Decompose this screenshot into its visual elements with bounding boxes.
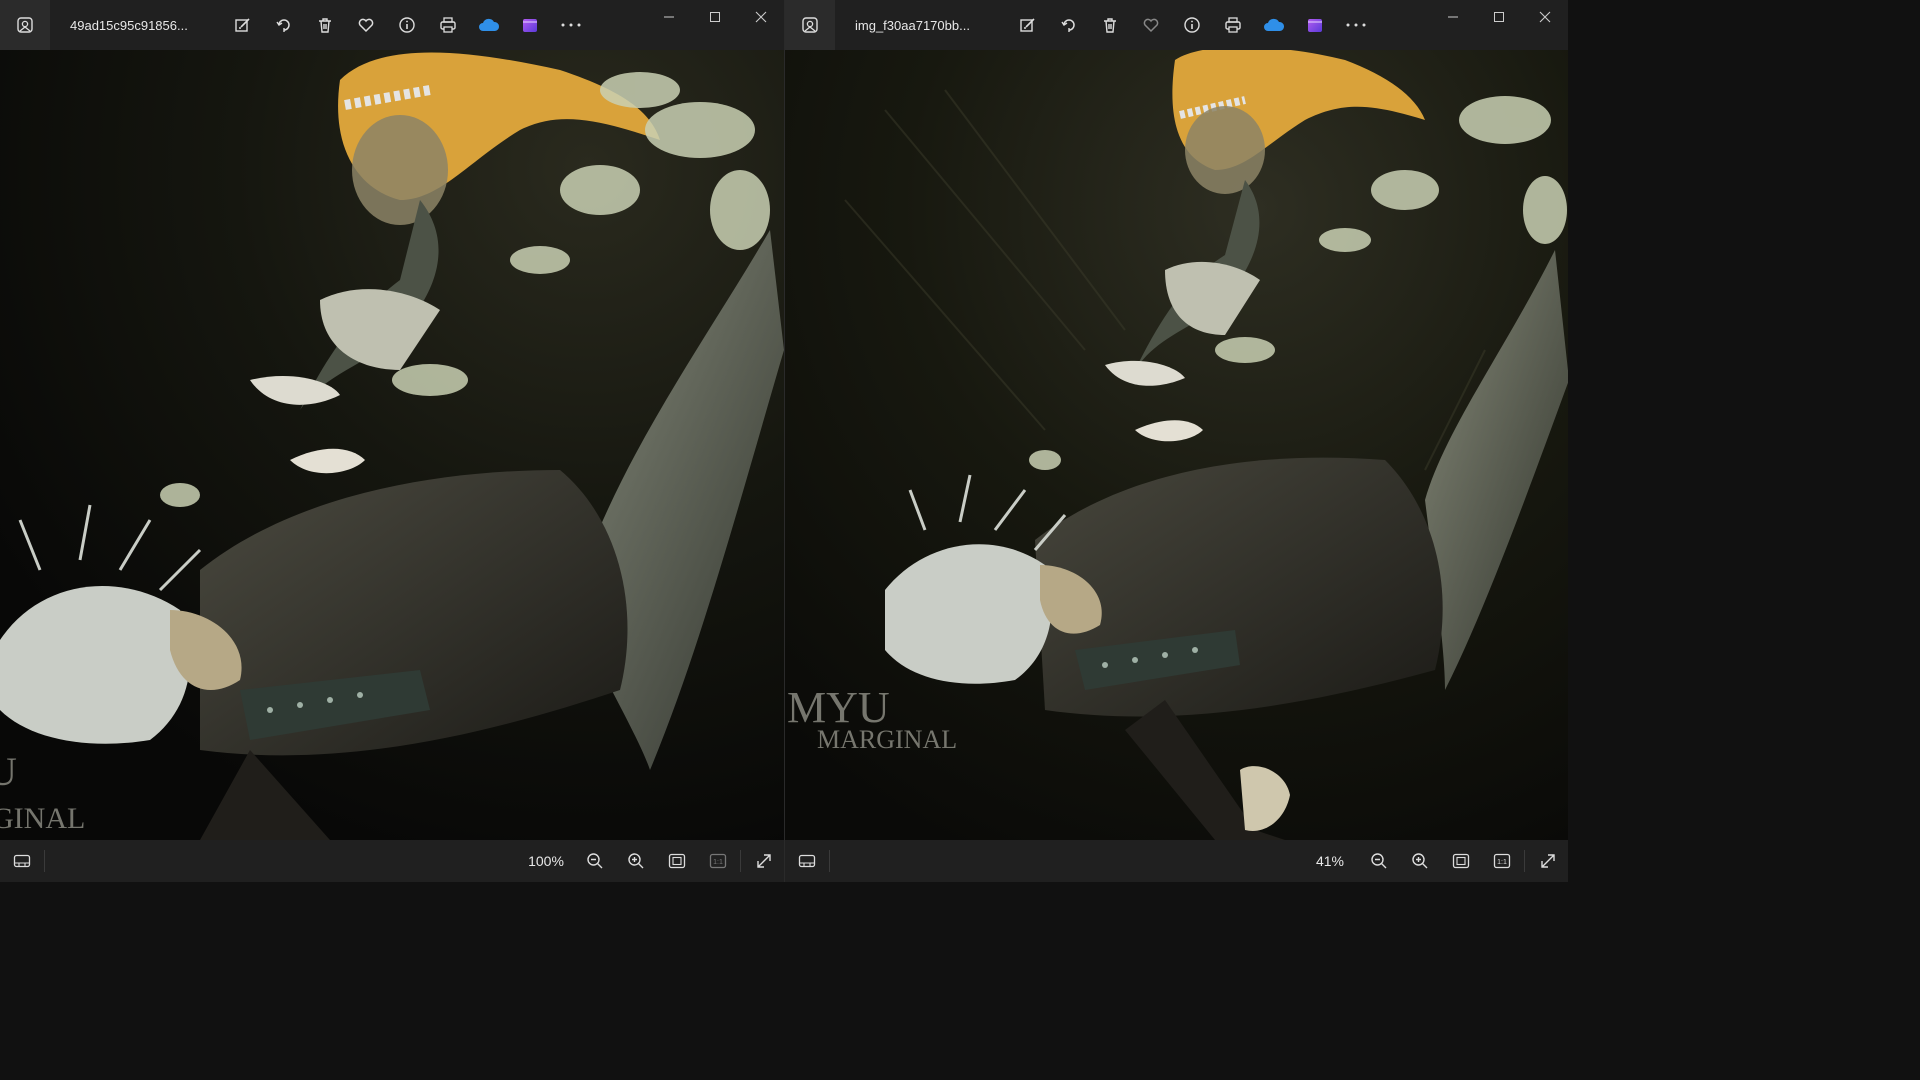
maximize-icon[interactable]	[1476, 0, 1522, 34]
rotate-icon[interactable]	[1048, 0, 1089, 50]
divider	[1524, 850, 1525, 872]
svg-text:1:1: 1:1	[713, 859, 723, 866]
photos-app-icon[interactable]	[785, 0, 835, 50]
photo-viewer-window-right: img_f30aa7170bb... MYU MARGINAL 41% 1:1	[784, 0, 1568, 882]
artwork-image: U GINAL	[0, 50, 784, 840]
zoom-out-icon[interactable]	[1358, 840, 1399, 882]
filmstrip-icon[interactable]	[0, 840, 44, 882]
info-icon[interactable]	[386, 0, 427, 50]
zoom-controls: 100% 1:1	[518, 840, 784, 882]
minimize-icon[interactable]	[1430, 0, 1476, 34]
fullscreen-icon[interactable]	[743, 840, 784, 882]
info-icon[interactable]	[1171, 0, 1212, 50]
photo-viewer-window-left: 49ad15c95c91856... U GINAL 100% 1:1	[0, 0, 784, 882]
clipchamp-icon[interactable]	[509, 0, 550, 50]
trash-icon[interactable]	[304, 0, 345, 50]
heart-icon[interactable]	[345, 0, 386, 50]
actual-size-icon[interactable]: 1:1	[1481, 840, 1522, 882]
bottom-bar: 100% 1:1	[0, 840, 784, 882]
watermark-line2: MARGINAL	[817, 725, 957, 754]
print-icon[interactable]	[1212, 0, 1253, 50]
print-icon[interactable]	[427, 0, 468, 50]
more-options-icon[interactable]	[550, 0, 591, 50]
toolbar-actions	[1007, 0, 1376, 50]
actual-size-icon[interactable]: 1:1	[697, 840, 738, 882]
svg-text:1:1: 1:1	[1497, 859, 1507, 866]
fullscreen-icon[interactable]	[1527, 840, 1568, 882]
filmstrip-icon[interactable]	[785, 840, 829, 882]
heart-icon[interactable]	[1130, 0, 1171, 50]
image-canvas[interactable]: U GINAL	[0, 50, 784, 840]
more-options-icon[interactable]	[1335, 0, 1376, 50]
divider	[829, 850, 830, 872]
trash-icon[interactable]	[1089, 0, 1130, 50]
zoom-level[interactable]: 100%	[518, 853, 574, 869]
title-toolbar: 49ad15c95c91856...	[0, 0, 784, 50]
photos-app-icon[interactable]	[0, 0, 50, 50]
close-icon[interactable]	[1522, 0, 1568, 34]
artwork-image: MYU MARGINAL	[785, 50, 1568, 840]
maximize-icon[interactable]	[692, 0, 738, 34]
minimize-icon[interactable]	[646, 0, 692, 34]
bottom-bar: 41% 1:1	[785, 840, 1568, 882]
divider	[740, 850, 741, 872]
edit-image-icon[interactable]	[222, 0, 263, 50]
watermark-line2: GINAL	[0, 802, 85, 835]
toolbar-actions	[222, 0, 591, 50]
rotate-icon[interactable]	[263, 0, 304, 50]
clipchamp-icon[interactable]	[1294, 0, 1335, 50]
zoom-in-icon[interactable]	[615, 840, 656, 882]
fit-to-window-icon[interactable]	[656, 840, 697, 882]
window-controls	[1430, 0, 1568, 34]
zoom-in-icon[interactable]	[1399, 840, 1440, 882]
window-controls	[646, 0, 784, 34]
file-name: 49ad15c95c91856...	[70, 17, 188, 33]
divider	[44, 850, 45, 872]
close-icon[interactable]	[738, 0, 784, 34]
onedrive-cloud-icon[interactable]	[468, 0, 509, 50]
onedrive-cloud-icon[interactable]	[1253, 0, 1294, 50]
fit-to-window-icon[interactable]	[1440, 840, 1481, 882]
zoom-out-icon[interactable]	[574, 840, 615, 882]
zoom-level[interactable]: 41%	[1302, 853, 1358, 869]
title-toolbar: img_f30aa7170bb...	[785, 0, 1568, 50]
watermark-line1: U	[0, 749, 17, 794]
file-name: img_f30aa7170bb...	[855, 17, 970, 33]
image-canvas[interactable]: MYU MARGINAL	[785, 50, 1568, 840]
zoom-controls: 41% 1:1	[1302, 840, 1568, 882]
edit-image-icon[interactable]	[1007, 0, 1048, 50]
